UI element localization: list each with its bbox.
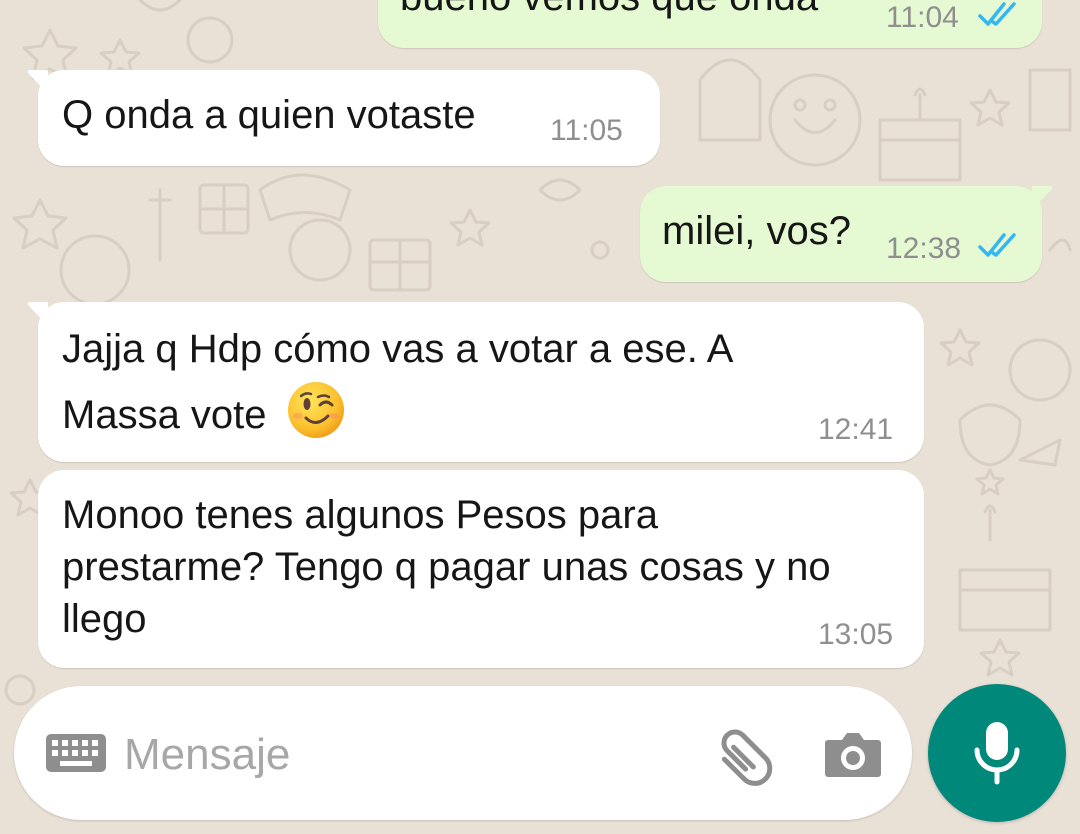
message-time: 11:04 <box>886 1 959 34</box>
read-ticks-icon <box>978 2 1016 26</box>
voice-record-button[interactable] <box>928 684 1066 822</box>
message-text-line: llego <box>62 597 147 641</box>
winking-face-emoji <box>287 382 344 438</box>
message-time: 13:05 <box>818 618 894 651</box>
keyboard-icon[interactable] <box>46 734 106 772</box>
message-text-line: prestarme? Tengo q pagar unas cosas y no <box>62 545 831 589</box>
message-time: 12:41 <box>818 413 894 446</box>
message-input[interactable]: Mensaje <box>124 730 290 780</box>
message-composer[interactable]: Mensaje <box>14 686 912 820</box>
bubble-tail <box>1032 186 1053 210</box>
message-text: bueno vemos que onda <box>400 0 818 22</box>
bubble-tail <box>27 70 48 94</box>
read-ticks-icon <box>978 233 1016 257</box>
message-text: Q onda a quien votaste <box>62 93 476 137</box>
message-incoming[interactable]: Monoo tenes algunos Pesos para prestarme… <box>38 470 924 668</box>
message-time: 12:38 <box>886 232 962 265</box>
camera-icon[interactable] <box>824 730 882 778</box>
message-text-line: Jajja q Hdp cómo vas a votar a ese. A <box>62 327 734 371</box>
bubble-tail <box>27 302 48 326</box>
mic-icon <box>974 722 1020 785</box>
message-text: milei, vos? <box>662 209 851 253</box>
message-text-line: Monoo tenes algunos Pesos para <box>62 493 658 537</box>
attach-icon[interactable] <box>714 722 780 788</box>
message-incoming[interactable]: Q onda a quien votaste 11:05 <box>27 70 660 166</box>
message-text: Massa vote <box>62 393 267 437</box>
message-incoming[interactable]: Jajja q Hdp cómo vas a votar a ese. A Ma… <box>27 302 924 462</box>
message-text-line: Massa vote <box>62 380 346 440</box>
message-outgoing[interactable]: milei, vos? 12:38 <box>640 186 1053 282</box>
message-outgoing[interactable]: bueno vemos que onda 11:04 <box>378 0 1042 48</box>
message-time: 11:05 <box>550 114 623 147</box>
